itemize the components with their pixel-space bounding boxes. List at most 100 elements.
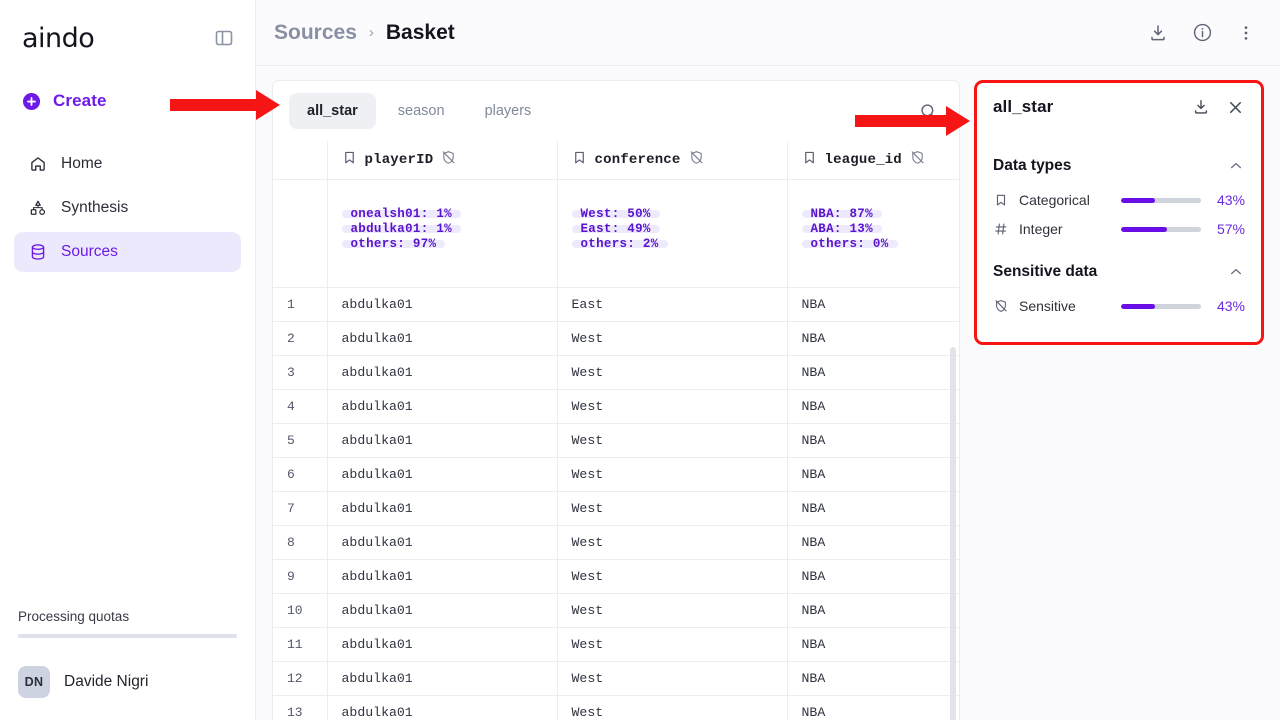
cell-league-id: NBA (787, 321, 959, 356)
row-index: 10 (273, 593, 328, 628)
metric-categorical: Categorical 43% (993, 192, 1245, 208)
info-panel-actions (1191, 97, 1245, 117)
breadcrumb-parent[interactable]: Sources (274, 21, 357, 45)
stats-cell-playerid: onealsh01: 1% abdulka01: 1% others: 97% (327, 179, 558, 288)
user-account[interactable]: DN Davide Nigri (18, 666, 237, 698)
table-row[interactable]: 7 abdulka01 West NBA (273, 491, 959, 526)
sidebar-nav: Home Synthesis Sources (0, 144, 255, 272)
stat-chip: abdulka01: 1% (341, 222, 461, 235)
stat-chip: NBA: 87% (801, 207, 882, 220)
table-row[interactable]: 6 abdulka01 West NBA (273, 457, 959, 492)
page-title: Basket (385, 20, 455, 44)
cell-league-id: NBA (787, 491, 959, 526)
table-vertical-scrollbar[interactable] (950, 347, 956, 720)
cell-conference: West (557, 525, 788, 560)
close-icon[interactable] (1225, 97, 1245, 117)
tab-season[interactable]: season (380, 93, 463, 129)
index-header (273, 141, 328, 180)
metric-percent: 57% (1216, 221, 1245, 237)
table-row[interactable]: 9 abdulka01 West NBA (273, 559, 959, 594)
panel-toggle-icon[interactable] (211, 25, 237, 51)
row-index: 2 (273, 321, 328, 356)
row-index: 1 (273, 287, 328, 322)
sensitive-off-icon (993, 298, 1009, 314)
row-index: 5 (273, 423, 328, 458)
cell-league-id: NBA (787, 287, 959, 322)
chevron-up-icon[interactable] (1227, 263, 1245, 281)
metric-bar (1121, 226, 1201, 232)
table-row[interactable]: 5 abdulka01 West NBA (273, 423, 959, 458)
app-root: aindo Create Home Synthesis Sources Proc… (0, 0, 1280, 720)
table-scroll-region[interactable]: playerID conference league_id onealsh01:… (273, 141, 959, 720)
processing-quotas-bar (18, 634, 237, 638)
data-table: playerID conference league_id onealsh01:… (273, 141, 959, 720)
cell-playerid: abdulka01 (327, 559, 558, 594)
sidebar-item-synthesis[interactable]: Synthesis (14, 188, 241, 228)
metric-label: Integer (1019, 221, 1063, 237)
bookmark-icon (993, 192, 1009, 208)
table-row[interactable]: 2 abdulka01 West NBA (273, 321, 959, 356)
table-row[interactable]: 4 abdulka01 West NBA (273, 389, 959, 424)
section-data-types-header[interactable]: Data types (993, 157, 1245, 175)
user-name: Davide Nigri (64, 673, 149, 690)
breadcrumb: Sources › Basket (274, 21, 455, 45)
topbar: Sources › Basket (256, 0, 1280, 66)
row-index: 6 (273, 457, 328, 492)
breadcrumb-separator-icon: › (368, 24, 374, 41)
cell-conference: West (557, 423, 788, 458)
table-row[interactable]: 11 abdulka01 West NBA (273, 627, 959, 662)
dataset-table-card: all_star season players playerID confere… (272, 80, 960, 720)
metric-percent: 43% (1216, 192, 1245, 208)
cell-conference: West (557, 321, 788, 356)
sidebar-item-sources[interactable]: Sources (14, 232, 241, 272)
tab-label: all_star (307, 103, 358, 119)
tab-label: players (484, 103, 532, 119)
cell-playerid: abdulka01 (327, 491, 558, 526)
table-row[interactable]: 1 abdulka01 East NBA (273, 287, 959, 322)
table-row[interactable]: 3 abdulka01 West NBA (273, 355, 959, 390)
main-area: Sources › Basket all_star season players… (256, 0, 1280, 720)
download-icon[interactable] (1191, 97, 1211, 117)
table-row[interactable]: 8 abdulka01 West NBA (273, 525, 959, 560)
row-index: 13 (273, 695, 328, 720)
tab-all-star[interactable]: all_star (289, 93, 376, 129)
column-header-conference[interactable]: conference (557, 141, 788, 180)
stats-cell-league-id: NBA: 87% ABA: 13% others: 0% (787, 179, 959, 288)
stat-chip: onealsh01: 1% (341, 207, 461, 220)
section-title: Sensitive data (993, 263, 1098, 280)
sensitive-off-icon (910, 150, 925, 170)
cell-playerid: abdulka01 (327, 389, 558, 424)
search-icon[interactable] (913, 96, 943, 126)
section-sensitive-data-header[interactable]: Sensitive data (993, 263, 1245, 281)
cell-league-id: NBA (787, 423, 959, 458)
metric-percent: 43% (1216, 298, 1245, 314)
table-row[interactable]: 13 abdulka01 West NBA (273, 695, 959, 720)
table-row[interactable]: 12 abdulka01 West NBA (273, 661, 959, 696)
row-index: 3 (273, 355, 328, 390)
avatar: DN (18, 666, 50, 698)
tab-players[interactable]: players (467, 93, 550, 129)
cell-conference: East (557, 287, 788, 322)
column-header-playerid[interactable]: playerID (327, 141, 558, 180)
more-vertical-icon[interactable] (1234, 21, 1258, 45)
cell-league-id: NBA (787, 627, 959, 662)
table-row[interactable]: 10 abdulka01 West NBA (273, 593, 959, 628)
cell-playerid: abdulka01 (327, 457, 558, 492)
sidebar-item-home[interactable]: Home (14, 144, 241, 184)
download-icon[interactable] (1146, 21, 1170, 45)
cell-league-id: NBA (787, 355, 959, 390)
create-button[interactable]: Create (0, 86, 255, 116)
chevron-up-icon[interactable] (1227, 157, 1245, 175)
sidebar-footer: Processing quotas DN Davide Nigri (0, 609, 255, 720)
cell-league-id: NBA (787, 695, 959, 720)
dataset-tabs: all_star season players (273, 81, 959, 141)
cell-playerid: abdulka01 (327, 593, 558, 628)
cell-league-id: NBA (787, 525, 959, 560)
info-icon[interactable] (1190, 21, 1214, 45)
column-header-league-id[interactable]: league_id (787, 141, 959, 180)
row-index: 8 (273, 525, 328, 560)
cell-conference: West (557, 457, 788, 492)
metric-integer: Integer 57% (993, 221, 1245, 237)
info-panel-header: all_star (993, 97, 1245, 117)
stat-chip: others: 2% (571, 237, 668, 250)
